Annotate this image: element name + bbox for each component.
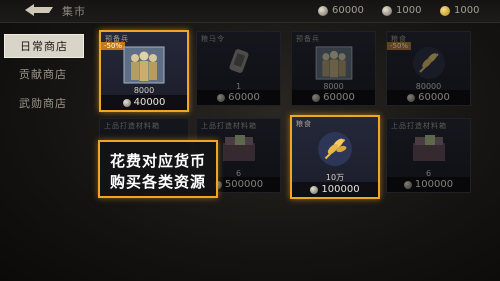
silver-coin-icon [403, 180, 412, 189]
price-value: 60000 [418, 92, 450, 103]
silver-coin-icon [382, 5, 392, 16]
currency-value: 1000 [396, 5, 422, 16]
wheat-icon [317, 131, 353, 171]
item-name: 粮食 [296, 120, 312, 128]
sidebar-item-label: 贡献商店 [19, 68, 67, 81]
back-button[interactable] [22, 2, 56, 19]
price-value: 40000 [133, 97, 166, 108]
crate-icon [409, 133, 449, 169]
crate-icon [219, 133, 259, 169]
shop-item-card[interactable]: 粮食 -50% 80000 60000 [386, 31, 471, 106]
token-icon [224, 46, 254, 80]
currency-silver: 60000 [318, 3, 364, 18]
sidebar-item-contribution-shop[interactable]: 贡献商店 [4, 63, 82, 85]
price-tag: 60000 [387, 90, 470, 105]
back-arrow-icon [25, 4, 53, 16]
silver-coin-icon [217, 93, 226, 102]
price-value: 500000 [224, 179, 264, 190]
currency-value: 60000 [332, 5, 364, 16]
item-name: 上品打造材料箱 [201, 122, 257, 130]
sidebar-item-label: 日常商店 [20, 40, 68, 53]
soldiers-icon [314, 46, 354, 84]
item-quantity: 8000 [133, 86, 155, 95]
item-name: 上品打造材料箱 [391, 122, 447, 130]
item-name: 预备兵 [296, 35, 320, 43]
discount-badge: -50% [387, 42, 412, 50]
tip-line-1: 花费对应货币 [109, 152, 206, 170]
tip-line-2: 购买各类资源 [109, 173, 206, 191]
price-value: 100000 [414, 179, 454, 190]
price-tag: 100000 [292, 182, 378, 197]
shop-item-card[interactable]: 预备兵 8000 60000 [291, 31, 376, 106]
sidebar-item-merit-shop[interactable]: 武勋商店 [4, 92, 82, 114]
wheat-icon [412, 46, 446, 84]
currency-value: 1000 [454, 5, 480, 16]
shop-item-card[interactable]: 粮食 10万 100000 [290, 115, 380, 199]
sidebar-item-daily-shop[interactable]: 日常商店 [4, 34, 84, 58]
shop-item-card[interactable]: 预备兵 -50% 8000 40000 [99, 30, 189, 112]
currency-silver-2: 1000 [382, 3, 421, 18]
discount-badge: -50% [101, 42, 126, 50]
price-tag: 60000 [292, 90, 375, 105]
price-value: 60000 [323, 92, 355, 103]
price-value: 60000 [228, 92, 260, 103]
top-bar: 集市 60000 1000 1000 [0, 0, 500, 23]
shop-item-card[interactable]: 粮马令 1 60000 [196, 31, 281, 106]
item-name: 上品打造材料箱 [104, 122, 160, 130]
price-tag: 100000 [387, 177, 470, 192]
silver-coin-icon [312, 93, 321, 102]
silver-coin-icon [407, 93, 416, 102]
soldiers-icon [123, 46, 165, 88]
silver-coin-icon [310, 185, 319, 194]
currency-gold: 1000 [440, 3, 479, 18]
price-value: 100000 [321, 184, 360, 195]
page-title: 集市 [62, 5, 86, 18]
price-tag: 40000 [101, 95, 187, 110]
tutorial-tip-box: 花费对应货币 购买各类资源 [98, 140, 218, 198]
silver-coin-icon [318, 5, 328, 16]
silver-coin-icon [122, 98, 131, 107]
sidebar-item-label: 武勋商店 [19, 97, 67, 110]
shop-item-card[interactable]: 上品打造材料箱 6 100000 [386, 118, 471, 193]
item-name: 粮马令 [201, 35, 225, 43]
price-tag: 60000 [197, 90, 280, 105]
shop-screen: 集市 60000 1000 1000 日常商店 贡献商店 武勋商店 预备兵 -5… [0, 0, 500, 281]
gold-coin-icon [440, 5, 450, 16]
